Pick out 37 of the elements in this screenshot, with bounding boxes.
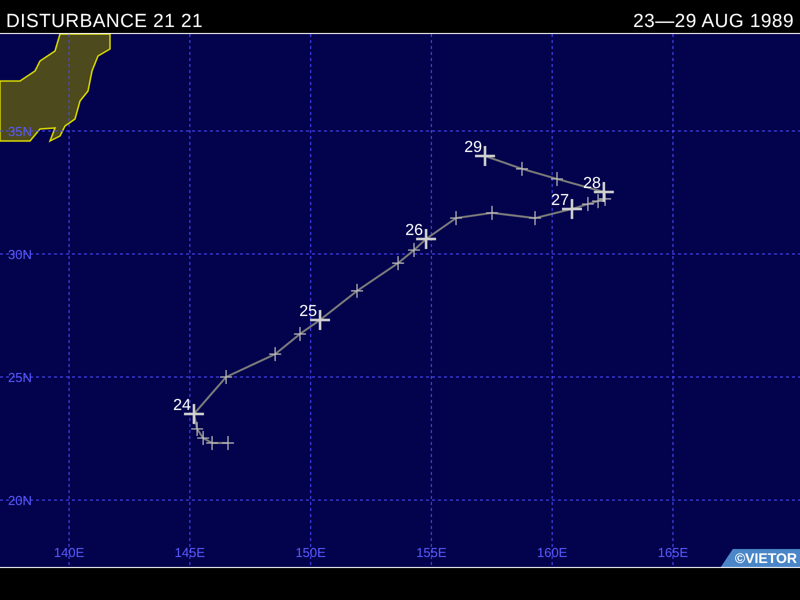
position-marker xyxy=(268,346,282,362)
day-label: 27 xyxy=(551,192,569,209)
position-marker xyxy=(485,205,499,220)
position-marker xyxy=(591,193,605,209)
latitude-label: 20N xyxy=(8,493,32,508)
day-label: 28 xyxy=(583,174,601,192)
longitude-label: 165E xyxy=(658,545,688,560)
position-marker xyxy=(391,256,405,271)
latitude-label: 30N xyxy=(8,247,32,262)
position-marker xyxy=(221,435,235,451)
longitude-label: 160E xyxy=(536,545,568,560)
latitude-label: 35N xyxy=(8,124,32,139)
position-marker xyxy=(449,210,463,226)
position-marker xyxy=(598,191,612,206)
position-marker xyxy=(515,161,529,176)
chart-title: DISTURBANCE 21 21 xyxy=(6,12,204,31)
position-marker xyxy=(293,326,307,342)
position-marker xyxy=(219,369,233,385)
longitude-label: 150E xyxy=(295,545,326,560)
position-marker xyxy=(196,430,210,446)
position-marker xyxy=(528,210,542,226)
position-marker xyxy=(407,242,421,258)
day-label: 26 xyxy=(405,222,424,239)
longitude-label: 140E xyxy=(54,545,84,560)
position-marker xyxy=(581,196,595,212)
day-label: 29 xyxy=(464,139,482,156)
credit-badge: ©VIETOR xyxy=(720,549,800,567)
position-marker xyxy=(350,283,364,298)
position-marker xyxy=(205,435,219,451)
latitude-label: 25N xyxy=(8,370,32,386)
date-range: 23—29 AUG 1989 xyxy=(633,12,794,31)
position-marker xyxy=(190,421,204,437)
longitude-label: 155E xyxy=(416,545,447,560)
longitude-label: 145E xyxy=(174,545,206,560)
day-label: 25 xyxy=(299,302,318,320)
position-marker xyxy=(550,171,564,187)
day-label: 24 xyxy=(173,396,191,414)
